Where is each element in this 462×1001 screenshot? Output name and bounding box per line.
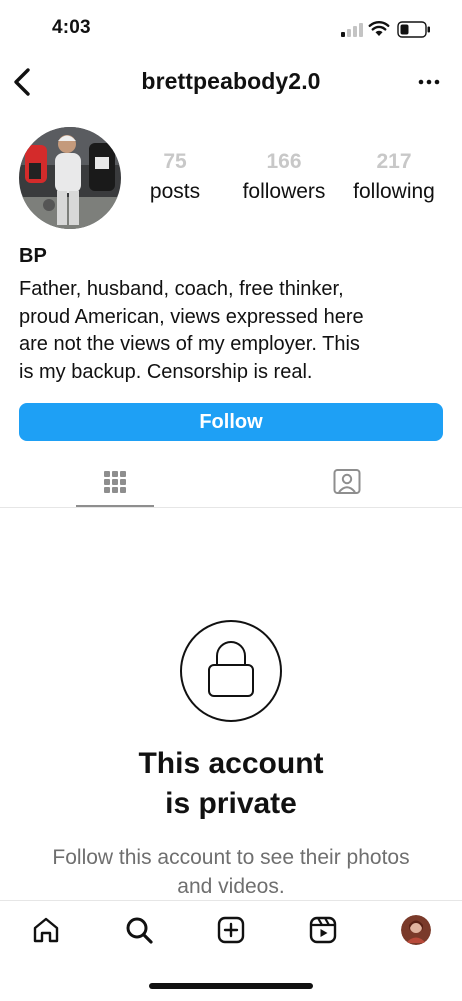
avatar-photo <box>19 127 121 229</box>
following-stat[interactable]: 217 following <box>342 148 446 207</box>
profile-bio: Father, husband, coach, free thinker, pr… <box>19 278 364 383</box>
following-label: following <box>353 180 435 203</box>
tab-tagged[interactable] <box>308 455 386 508</box>
status-bar: 4:03 <box>0 0 462 58</box>
followers-label: followers <box>242 180 326 203</box>
wifi-icon <box>368 21 390 36</box>
followers-stat[interactable]: 166 followers <box>232 148 336 207</box>
status-time: 4:03 <box>52 17 91 38</box>
followers-count: 166 <box>266 150 302 173</box>
more-options-button[interactable] <box>414 68 444 96</box>
grid-icon <box>104 471 126 493</box>
tabs-divider <box>0 507 462 508</box>
follow-button[interactable]: Follow <box>19 403 443 441</box>
following-count: 217 <box>376 150 412 173</box>
profile-header-bar: brettpeabody2.0 <box>0 58 462 106</box>
home-indicator <box>149 983 313 989</box>
profile-avatar[interactable] <box>19 127 121 229</box>
posts-label: posts <box>149 180 201 203</box>
create-icon[interactable] <box>216 915 246 945</box>
lock-icon <box>180 620 282 722</box>
posts-stat: 75 posts <box>140 148 210 207</box>
private-account-subtitle: Follow this account to see their photos … <box>52 846 410 898</box>
reels-icon[interactable] <box>308 915 338 945</box>
home-icon[interactable] <box>31 915 61 945</box>
cellular-signal-icon <box>341 23 363 37</box>
battery-icon <box>397 21 430 38</box>
profile-tab-avatar[interactable] <box>401 915 431 945</box>
tagged-person-icon <box>333 469 361 494</box>
display-name: BP <box>19 245 47 267</box>
private-account-title: This account is private <box>138 747 324 820</box>
search-icon[interactable] <box>124 915 154 945</box>
ellipsis-icon <box>418 79 440 85</box>
tab-posts-grid[interactable] <box>76 455 154 508</box>
profile-tabs <box>0 455 462 508</box>
posts-count: 75 <box>163 150 187 173</box>
profile-username: brettpeabody2.0 <box>141 68 321 94</box>
